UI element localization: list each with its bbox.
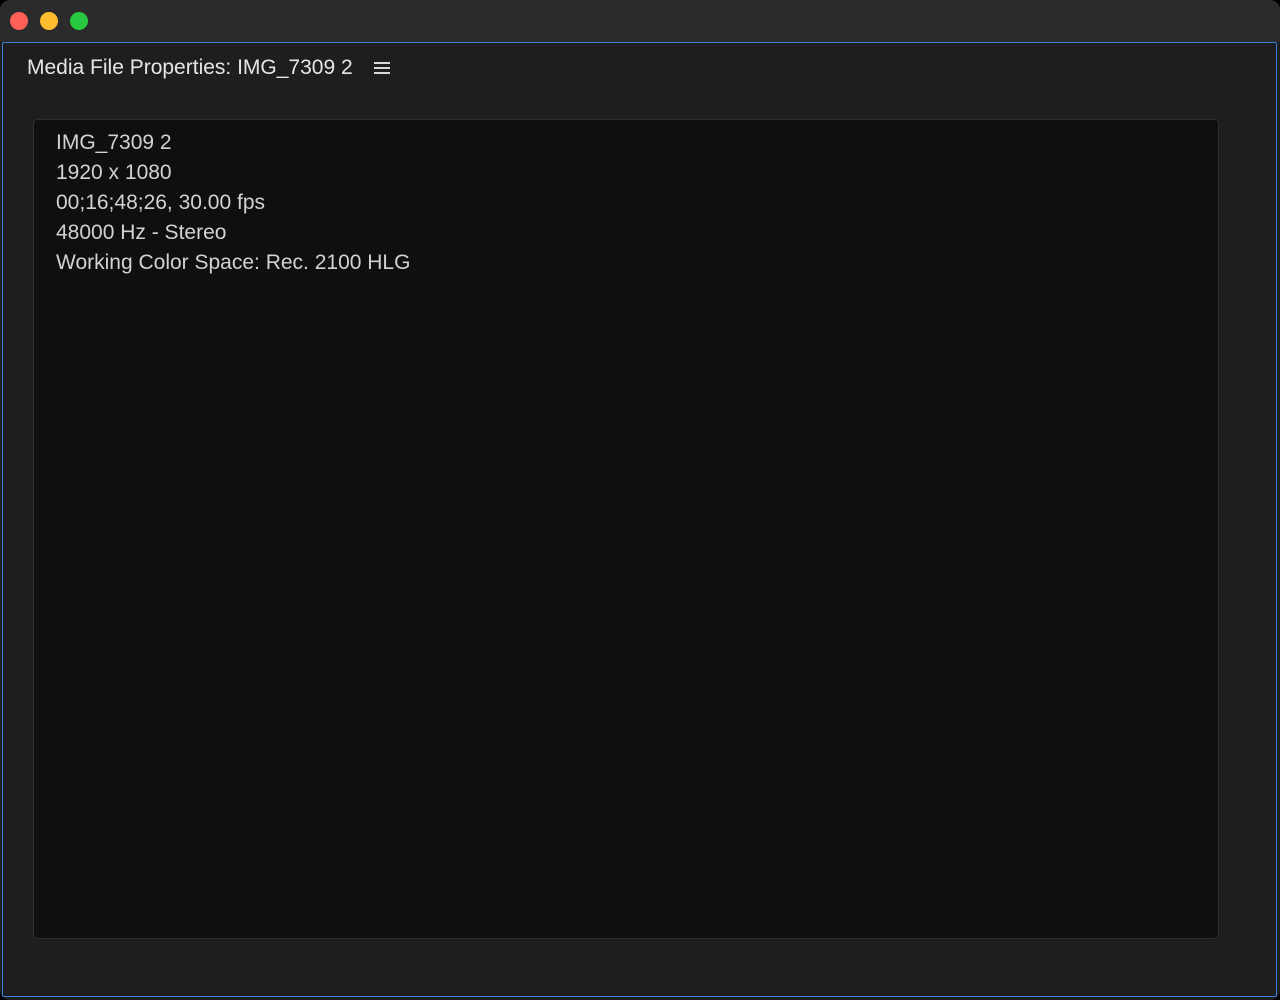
hamburger-menu-icon[interactable]	[373, 60, 391, 76]
property-clip-name: IMG_7309 2	[56, 131, 172, 154]
zoom-window-button[interactable]	[70, 12, 88, 30]
window-titlebar[interactable]	[0, 0, 1280, 43]
app-window: Media File Properties: IMG_7309 2 IMG_73…	[0, 0, 1280, 1000]
property-frame-size: 1920 x 1080	[56, 161, 172, 184]
properties-box: IMG_7309 2 1920 x 1080 00;16;48;26, 30.0…	[33, 119, 1219, 939]
media-file-properties-panel: Media File Properties: IMG_7309 2 IMG_73…	[2, 42, 1277, 997]
property-duration-framerate: 00;16;48;26, 30.00 fps	[56, 191, 266, 214]
property-audio: 48000 Hz - Stereo	[56, 221, 227, 244]
panel-header: Media File Properties: IMG_7309 2	[27, 55, 391, 81]
property-working-color-space: Working Color Space: Rec. 2100 HLG	[56, 251, 411, 274]
close-window-button[interactable]	[10, 12, 28, 30]
minimize-window-button[interactable]	[40, 12, 58, 30]
panel-title: Media File Properties: IMG_7309 2	[27, 56, 353, 79]
properties-list: IMG_7309 2 1920 x 1080 00;16;48;26, 30.0…	[56, 128, 410, 278]
